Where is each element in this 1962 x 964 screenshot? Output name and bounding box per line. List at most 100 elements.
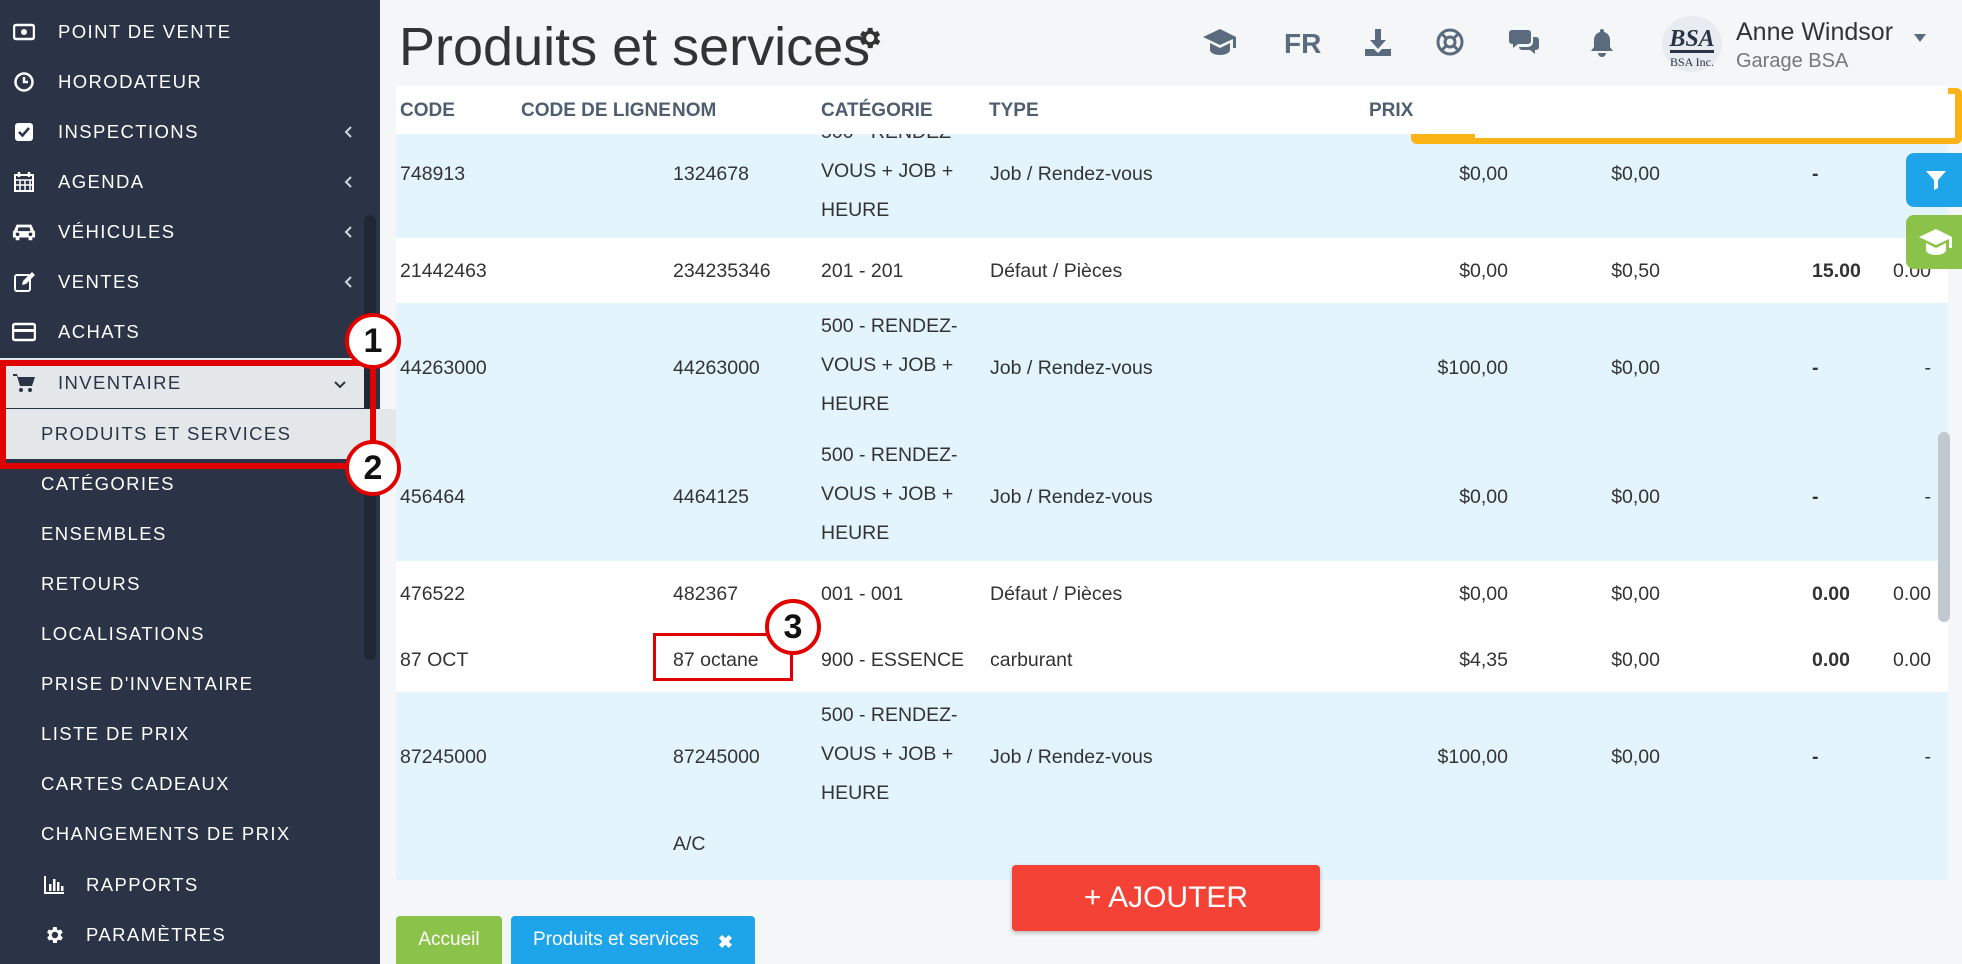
sidebar-item[interactable]: VENTES (0, 257, 372, 307)
user-name[interactable]: Anne Windsor (1736, 18, 1893, 47)
column-header-line-code[interactable]: CODE DE LIGNE (521, 100, 671, 122)
sidebar-item-label: INSPECTIONS (58, 121, 199, 142)
tab-label: Produits et services (533, 929, 699, 950)
cell-cost: $0,50 (1611, 260, 1660, 282)
checkbox-icon (12, 120, 36, 144)
sidebar-item[interactable]: ACHATS (0, 307, 372, 357)
cell-name: 1324678 (673, 163, 749, 185)
chat-icon[interactable] (1506, 24, 1542, 60)
tab-products-services[interactable]: Produits et services ✖ (511, 916, 755, 964)
cell-quantity-min: - (1924, 746, 1932, 768)
clock-icon (12, 70, 36, 94)
cell-category: VOUS + JOB + (821, 483, 954, 505)
sidebar-item[interactable]: INSPECTIONS (0, 107, 372, 157)
sidebar-item-label: AGENDA (58, 171, 145, 192)
column-header-category[interactable]: CATÉGORIE (821, 100, 933, 122)
filter-button[interactable] (1906, 153, 1962, 207)
cell-quantity: - (1812, 163, 1819, 185)
cell-type: Défaut / Pièces (990, 583, 1123, 605)
close-icon[interactable]: ✖ (718, 932, 733, 953)
cell-code: 44263000 (400, 357, 487, 379)
column-header-price[interactable]: PRIX (1369, 100, 1413, 122)
sidebar-item[interactable]: RAPPORTS (0, 860, 414, 910)
cell-category: HEURE (821, 522, 890, 544)
cell-price: $0,00 (1459, 486, 1508, 508)
sidebar-item[interactable]: POINT DE VENTE (0, 7, 372, 57)
column-header-type[interactable]: TYPE (989, 100, 1039, 122)
sidebar-item[interactable]: ENSEMBLES (0, 509, 413, 559)
cell-name: 234235346 (673, 260, 771, 282)
cell-price: $0,00 (1459, 583, 1508, 605)
chevron-left-icon (338, 122, 358, 142)
sidebar-item[interactable]: HORODATEUR (0, 57, 372, 107)
cell-name: A/C (673, 833, 706, 855)
cell-category: VOUS + JOB + (821, 743, 954, 765)
sidebar-item[interactable]: LISTE DE PRIX (0, 709, 413, 759)
cell-type: Job / Rendez-vous (990, 357, 1153, 379)
sidebar-item-label: POINT DE VENTE (58, 21, 232, 42)
credit-card-icon (12, 320, 36, 344)
gear-icon[interactable] (855, 24, 883, 52)
cell-cost: $0,00 (1611, 357, 1660, 379)
sidebar-item-label: CHANGEMENTS DE PRIX (41, 823, 291, 844)
table-header: CODE CODE DE LIGNE NOM CATÉGORIE TYPE PR… (396, 86, 1948, 134)
page-title: Produits et services (399, 17, 871, 77)
edit-icon (12, 270, 36, 294)
tab-home[interactable]: Accueil (396, 916, 502, 964)
sidebar-item-label: HORODATEUR (58, 71, 203, 92)
sidebar-item[interactable]: CARTES CADEAUX (0, 759, 413, 809)
sidebar-item[interactable]: AGENDA (0, 157, 372, 207)
chevron-down-icon[interactable] (1912, 32, 1928, 44)
download-icon[interactable] (1360, 24, 1396, 60)
chevron-left-icon (338, 172, 358, 192)
table-row[interactable]: 21442463 234235346 Défaut / Pièces $0,00 $0,… (396, 238, 1948, 304)
cell-code: 456464 (400, 486, 466, 508)
cell-category: VOUS + JOB + (821, 354, 954, 376)
cell-quantity-min: - (1924, 357, 1932, 379)
table-row[interactable]: 87245000 87245000 Job / Rendez-vous $100,00… (396, 692, 1948, 822)
sidebar-item-label: CATÉGORIES (41, 473, 175, 494)
sidebar-item-label: LISTE DE PRIX (41, 723, 190, 744)
table-row[interactable]: 456464 4464125 Job / Rendez-vous $0,00 $0,00… (396, 432, 1948, 562)
add-button[interactable]: + AJOUTER (1012, 865, 1320, 931)
sidebar-item[interactable]: PRISE D'INVENTAIRE (0, 659, 413, 709)
cell-category: VOUS + JOB + (821, 160, 954, 182)
cell-code: 21442463 (400, 260, 487, 282)
cell-price: $0,00 (1459, 163, 1508, 185)
chevron-left-icon (338, 222, 358, 242)
sidebar-item[interactable]: PARAMÈTRES (0, 910, 414, 960)
cell-cost: $0,00 (1611, 583, 1660, 605)
company-logo: BSA BSA Inc. (1662, 16, 1722, 72)
svg-text:BSA Inc.: BSA Inc. (1670, 55, 1714, 69)
cell-type: Job / Rendez-vous (990, 746, 1153, 768)
cell-type: Job / Rendez-vous (990, 486, 1153, 508)
graduation-cap-icon (1919, 229, 1952, 255)
help-tutorial-button[interactable] (1906, 215, 1962, 269)
sidebar-item[interactable]: CHANGEMENTS DE PRIX (0, 809, 413, 859)
bell-icon[interactable] (1584, 24, 1620, 60)
sidebar-item[interactable]: LOCALISATIONS (0, 609, 413, 659)
cell-category: 900 - ESSENCE (821, 649, 965, 671)
language-selector[interactable]: FR (1284, 28, 1321, 60)
table-scrollbar[interactable] (1938, 432, 1950, 622)
table-row[interactable]: 44263000 44263000 Job / Rendez-vous $100,00… (396, 303, 1948, 433)
graduation-cap-icon[interactable] (1202, 24, 1238, 60)
column-header-code[interactable]: CODE (400, 100, 455, 122)
sidebar-item[interactable]: VÉHICULES (0, 207, 372, 257)
table-row[interactable]: 476522 482367 Défaut / Pièces $0,00 $0,00 0.0… (396, 561, 1948, 628)
calendar-icon (12, 170, 36, 194)
cell-type: Job / Rendez-vous (990, 163, 1153, 185)
cell-category: 001 - 001 (821, 583, 904, 605)
bar-chart-icon (42, 873, 66, 897)
lifebuoy-icon[interactable] (1432, 24, 1468, 60)
user-organization: Garage BSA (1736, 50, 1849, 72)
cash-register-icon (12, 20, 36, 44)
sidebar-item[interactable]: RETOURS (0, 559, 413, 609)
table-row[interactable]: 87 OCT 87 octane carburant $4,35 $0,00 0.00 0.… (396, 627, 1948, 693)
sidebar-item-label: RETOURS (41, 573, 141, 594)
column-header-name[interactable]: NOM (672, 100, 716, 122)
cell-cost: $0,00 (1611, 746, 1660, 768)
sidebar-item-label: VÉHICULES (58, 221, 176, 242)
sidebar-item-label: LOCALISATIONS (41, 623, 205, 644)
products-table: 748913 1324678 Job / Rendez-vous $0,00 $0,00… (396, 86, 1948, 881)
